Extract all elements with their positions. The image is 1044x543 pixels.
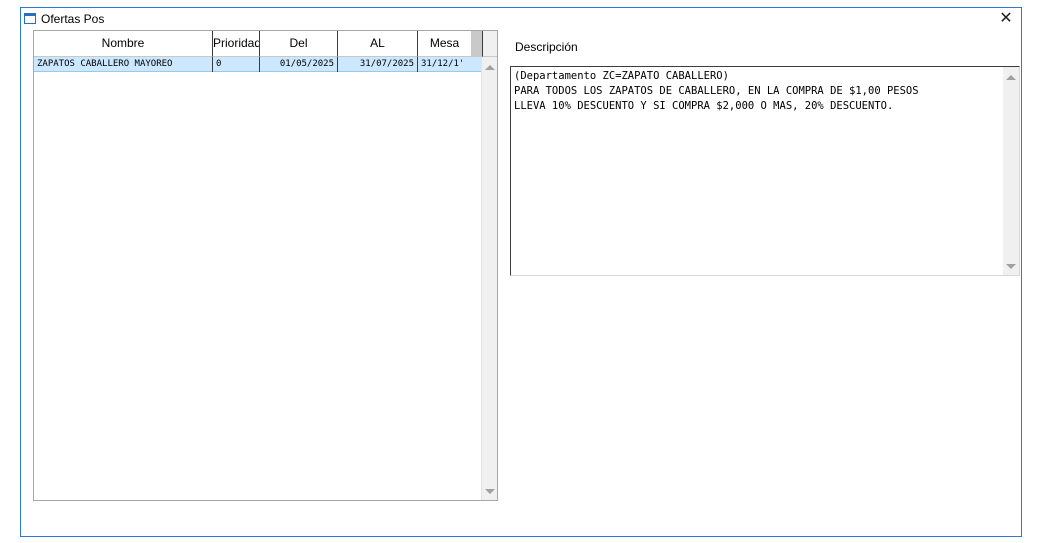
- scroll-down-arrow-icon[interactable]: [485, 489, 495, 494]
- window-app-icon: [24, 13, 36, 24]
- column-header-del[interactable]: Del: [260, 31, 338, 57]
- description-vertical-scrollbar[interactable]: [1003, 67, 1019, 275]
- description-text: (Departamento ZC=ZAPATO CABALLERO) PARA …: [514, 70, 919, 112]
- scroll-up-arrow-icon[interactable]: [1006, 75, 1016, 80]
- header-corner: [483, 31, 497, 57]
- cell-prioridad: 0: [213, 57, 260, 72]
- description-textarea[interactable]: (Departamento ZC=ZAPATO CABALLERO) PARA …: [510, 66, 1020, 276]
- ofertas-pos-window: Ofertas Pos ✕ Nombre Prioridad Del AL Me…: [20, 7, 1022, 537]
- offers-grid[interactable]: Nombre Prioridad Del AL Mesa ZAPATOS CAB…: [33, 30, 498, 501]
- cell-mesa: 31/12/1': [421, 59, 465, 69]
- title-bar[interactable]: Ofertas Pos ✕: [21, 8, 1021, 30]
- grid-vertical-scrollbar[interactable]: [481, 57, 497, 500]
- cell-al: 31/07/2025: [338, 57, 418, 72]
- column-header-nombre[interactable]: Nombre: [34, 31, 213, 57]
- cell-del: 01/05/2025: [260, 57, 338, 72]
- scroll-up-arrow-icon[interactable]: [485, 65, 495, 70]
- close-icon[interactable]: ✕: [991, 8, 1021, 30]
- description-label: Descripción: [515, 40, 578, 54]
- scroll-down-arrow-icon[interactable]: [1006, 264, 1016, 269]
- column-header-prioridad[interactable]: Prioridad: [213, 31, 260, 57]
- window-title: Ofertas Pos: [41, 12, 105, 26]
- grid-header: Nombre Prioridad Del AL Mesa: [34, 31, 497, 57]
- header-spacer: [471, 31, 483, 57]
- table-row[interactable]: ZAPATOS CABALLERO MAYOREO 0 01/05/2025 3…: [34, 57, 481, 72]
- cell-nombre: ZAPATOS CABALLERO MAYOREO: [34, 57, 213, 72]
- column-header-mesa[interactable]: Mesa: [418, 31, 471, 57]
- column-header-al[interactable]: AL: [338, 31, 418, 57]
